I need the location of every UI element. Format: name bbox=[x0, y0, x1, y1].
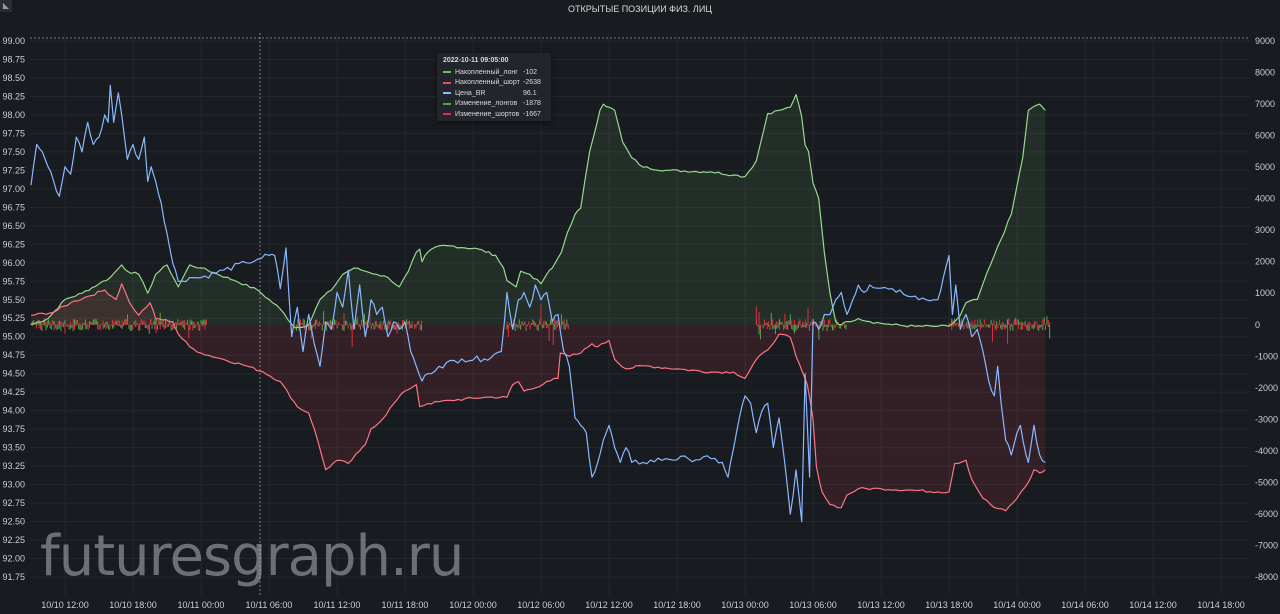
right-axis-ticks: 9000 8000 7000 6000 5000 4000 3000 2000 1000 0 -10… bbox=[1255, 36, 1278, 582]
right-axis-tick-label: -6000 bbox=[1255, 509, 1278, 519]
tooltip-series-value: -1878 bbox=[523, 100, 541, 108]
left-axis-tick-label: 96.00 bbox=[2, 258, 25, 268]
right-axis-tick-label: -4000 bbox=[1255, 446, 1278, 456]
x-axis-tick-label: 10/12 06:00 bbox=[517, 600, 565, 610]
left-axis-tick-label: 94.00 bbox=[2, 406, 25, 416]
legend-swatch bbox=[443, 92, 451, 95]
left-axis-tick-label: 99.00 bbox=[2, 36, 25, 46]
tooltip-row: Изменение_шортов -1667 bbox=[443, 109, 545, 120]
chart-tooltip: 2022-10-11 09:05:00 Накопленный_лонг -102… bbox=[437, 53, 551, 121]
left-axis-tick-label: 94.75 bbox=[2, 350, 25, 360]
area-fills bbox=[31, 94, 1046, 511]
x-axis-tick-label: 10/13 12:00 bbox=[857, 600, 905, 610]
tooltip-series-value: -1667 bbox=[523, 110, 541, 118]
x-axis-tick-label: 10/10 12:00 bbox=[41, 600, 89, 610]
right-axis-tick-label: 7000 bbox=[1255, 99, 1275, 109]
left-axis-tick-label: 93.50 bbox=[2, 443, 25, 453]
tooltip-row: Накопленный_шорт -2638 bbox=[443, 78, 545, 89]
left-axis-tick-label: 97.25 bbox=[2, 165, 25, 175]
left-axis-ticks: 99.00 98.75 98.50 98.25 98.00 97.75 97.50 97.25… bbox=[2, 36, 25, 582]
tooltip-series-name: Накопленный_шорт bbox=[455, 79, 520, 87]
x-axis-tick-label: 10/13 06:00 bbox=[789, 600, 837, 610]
x-axis-tick-label: 10/13 00:00 bbox=[721, 600, 769, 610]
x-axis-tick-label: 10/11 00:00 bbox=[178, 600, 225, 610]
tooltip-series-name: Изменение_шортов bbox=[455, 110, 520, 118]
chart-canvas: ОТКРЫТЫЕ ПОЗИЦИИ ФИЗ. ЛИЦ 99.00 98.75 98.5… bbox=[2, 4, 1278, 610]
left-axis-tick-label: 95.25 bbox=[2, 313, 25, 323]
left-axis-tick-label: 98.00 bbox=[2, 110, 25, 120]
left-axis-tick-label: 95.75 bbox=[2, 276, 25, 286]
left-axis-tick-label: 96.75 bbox=[2, 202, 25, 212]
left-axis-tick-label: 93.25 bbox=[2, 461, 25, 471]
left-axis-tick-label: 94.25 bbox=[2, 387, 25, 397]
x-axis-ticks: 10/10 12:00 10/10 18:00 10/11 00:00 10/11 0… bbox=[41, 600, 1245, 610]
x-axis-tick-label: 10/12 12:00 bbox=[585, 600, 633, 610]
x-axis-tick-label: 10/13 18:00 bbox=[925, 600, 973, 610]
left-axis-tick-label: 96.25 bbox=[2, 239, 25, 249]
x-axis-tick-label: 10/14 18:00 bbox=[1197, 600, 1245, 610]
left-axis-tick-label: 97.00 bbox=[2, 184, 25, 194]
left-axis-tick-label: 94.50 bbox=[2, 369, 25, 379]
left-axis-tick-label: 98.50 bbox=[2, 73, 25, 83]
x-axis-tick-label: 10/14 12:00 bbox=[1129, 600, 1177, 610]
right-axis-tick-label: -1000 bbox=[1255, 351, 1278, 361]
x-axis-tick-label: 10/12 00:00 bbox=[449, 600, 497, 610]
left-axis-tick-label: 95.00 bbox=[2, 332, 25, 342]
left-axis-tick-label: 95.50 bbox=[2, 295, 25, 305]
x-axis-tick-label: 10/14 00:00 bbox=[993, 600, 1041, 610]
legend-swatch bbox=[443, 81, 451, 84]
chart-title: ОТКРЫТЫЕ ПОЗИЦИИ ФИЗ. ЛИЦ bbox=[568, 4, 712, 14]
legend-swatch bbox=[443, 113, 451, 116]
left-axis-tick-label: 97.50 bbox=[2, 147, 25, 157]
tooltip-series-value: 96.1 bbox=[523, 89, 537, 97]
left-axis-tick-label: 91.75 bbox=[2, 572, 25, 582]
left-axis-tick-label: 98.25 bbox=[2, 91, 25, 101]
tooltip-row: Изменение_лонгов -1878 bbox=[443, 99, 545, 110]
right-axis-tick-label: -2000 bbox=[1255, 383, 1278, 393]
x-axis-tick-label: 10/12 18:00 bbox=[653, 600, 701, 610]
right-axis-tick-label: -8000 bbox=[1255, 572, 1278, 582]
tooltip-series-value: -102 bbox=[523, 68, 538, 76]
left-axis-tick-label: 92.75 bbox=[2, 498, 25, 508]
right-axis-tick-label: 2000 bbox=[1255, 257, 1275, 267]
right-axis-tick-label: 9000 bbox=[1255, 36, 1275, 46]
left-axis-tick-label: 93.75 bbox=[2, 424, 25, 434]
tooltip-series-value: -2638 bbox=[523, 79, 541, 87]
right-axis-tick-label: -7000 bbox=[1255, 540, 1278, 550]
right-axis-tick-label: -5000 bbox=[1255, 477, 1278, 487]
left-axis-tick-label: 96.50 bbox=[2, 221, 25, 231]
right-axis-tick-label: 0 bbox=[1255, 320, 1260, 330]
tooltip-series-name: Изменение_лонгов bbox=[455, 100, 518, 108]
tooltip-row: Накопленный_лонг -102 bbox=[443, 67, 545, 78]
tooltip-time: 2022-10-11 09:05:00 bbox=[443, 57, 509, 64]
left-axis-tick-label: 97.75 bbox=[2, 128, 25, 138]
x-axis-tick-label: 10/10 18:00 bbox=[109, 600, 157, 610]
collapse-icon[interactable]: ◣ bbox=[0, 0, 12, 12]
left-axis-tick-label: 92.50 bbox=[2, 517, 25, 527]
x-axis-tick-label: 10/11 06:00 bbox=[246, 600, 293, 610]
x-axis-tick-label: 10/11 18:00 bbox=[382, 600, 429, 610]
tooltip-series-name: Накопленный_лонг bbox=[455, 68, 518, 76]
left-axis-tick-label: 93.00 bbox=[2, 480, 25, 490]
left-axis-tick-label: 92.25 bbox=[2, 535, 25, 545]
tooltip-row: Цена_BR 96.1 bbox=[443, 88, 545, 99]
right-axis-tick-label: 4000 bbox=[1255, 194, 1275, 204]
right-axis-tick-label: 1000 bbox=[1255, 288, 1275, 298]
x-axis-tick-label: 10/14 06:00 bbox=[1061, 600, 1109, 610]
tooltip-series-name: Цена_BR bbox=[455, 89, 486, 97]
legend-swatch bbox=[443, 102, 451, 105]
left-axis-tick-label: 92.00 bbox=[2, 554, 25, 564]
legend-swatch bbox=[443, 71, 451, 74]
watermark: futuresgraph.ru bbox=[40, 524, 464, 589]
right-axis-tick-label: 8000 bbox=[1255, 68, 1275, 78]
right-axis-tick-label: 5000 bbox=[1255, 162, 1275, 172]
x-axis-tick-label: 10/11 12:00 bbox=[314, 600, 361, 610]
right-axis-tick-label: 6000 bbox=[1255, 131, 1275, 141]
right-axis-tick-label: -3000 bbox=[1255, 414, 1278, 424]
right-axis-tick-label: 3000 bbox=[1255, 225, 1275, 235]
left-axis-tick-label: 98.75 bbox=[2, 54, 25, 64]
